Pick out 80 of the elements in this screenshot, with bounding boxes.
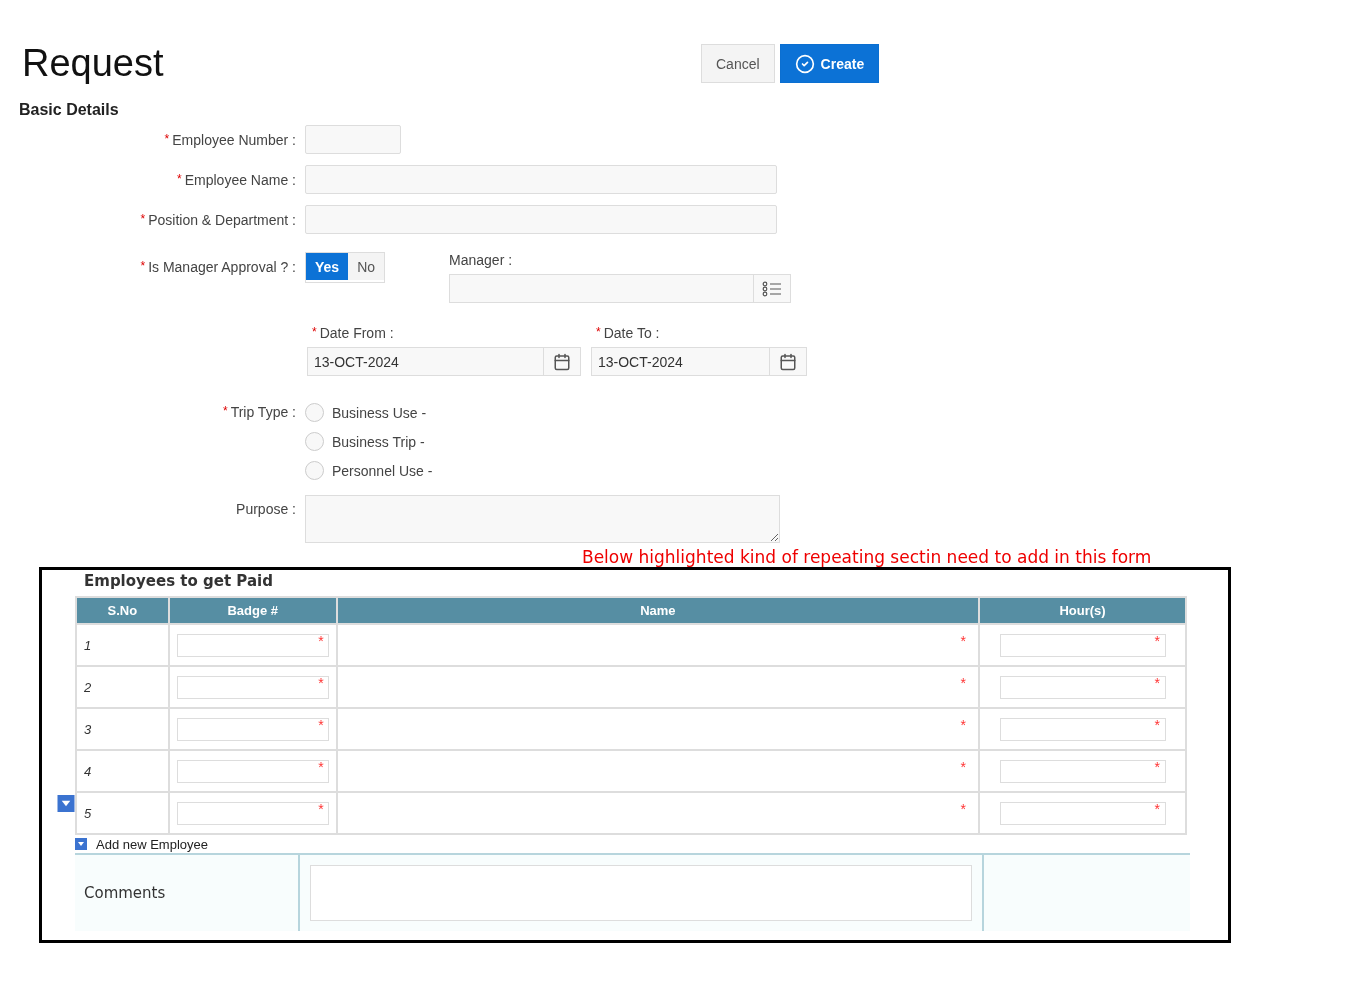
dropdown-icon[interactable]	[75, 838, 87, 850]
required-mark: *	[596, 325, 601, 339]
row-number: 3	[84, 721, 92, 737]
hours-field[interactable]	[1000, 801, 1167, 825]
input-field[interactable]	[305, 165, 777, 194]
dropdown-icon[interactable]	[55, 795, 77, 812]
add-employee-link[interactable]: Add new Employee	[96, 836, 208, 852]
required-mark: *	[960, 717, 967, 733]
hours-field[interactable]	[1000, 717, 1167, 741]
required-mark: *	[318, 717, 324, 733]
badge-field[interactable]	[176, 675, 329, 699]
radio-label: Personnel Use -	[332, 462, 433, 479]
badge-field[interactable]	[176, 633, 329, 657]
hours-field[interactable]	[1000, 675, 1167, 699]
required-mark: *	[222, 404, 228, 418]
required-mark: *	[318, 801, 324, 817]
required-mark: *	[960, 759, 967, 775]
field-label: * Trip Type :	[221, 404, 296, 420]
field-label: * Is Manager Approval ? :	[139, 259, 296, 275]
required-mark: *	[1154, 717, 1160, 733]
badge-field[interactable]	[176, 717, 329, 741]
radio-button[interactable]	[305, 403, 324, 422]
radio-button[interactable]	[305, 461, 324, 480]
required-mark: *	[177, 171, 182, 186]
calendar-icon[interactable]	[770, 347, 807, 376]
required-mark: *	[318, 759, 324, 775]
column-header: S.No	[76, 597, 169, 624]
required-mark: *	[960, 801, 967, 817]
field-label: Purpose :	[235, 501, 296, 517]
required-mark: *	[1154, 675, 1160, 691]
input-field[interactable]	[305, 205, 777, 234]
page-title: Request	[22, 42, 165, 85]
required-mark: *	[164, 131, 170, 146]
required-mark: *	[960, 633, 967, 649]
comments-field[interactable]	[310, 865, 972, 921]
list-icon[interactable]	[754, 274, 792, 303]
create-button[interactable]: Create	[779, 44, 880, 83]
input-field[interactable]	[305, 125, 401, 154]
required-mark: *	[1154, 801, 1160, 817]
hours-field[interactable]	[1000, 759, 1167, 783]
radio-label: Business Use -	[332, 404, 427, 421]
date-field[interactable]: 13-OCT-2024	[307, 347, 544, 376]
badge-field[interactable]	[176, 801, 329, 825]
section-title: Employees to get Paid	[84, 572, 274, 592]
column-header: Name	[336, 597, 980, 624]
date-field[interactable]: 13-OCT-2024	[591, 347, 770, 376]
toggle-option[interactable]: Yes	[306, 253, 349, 280]
hours-field[interactable]	[1000, 633, 1167, 657]
field-label: * Date From :	[312, 325, 395, 341]
required-mark: *	[1154, 759, 1160, 775]
badge-field[interactable]	[176, 759, 329, 783]
section-heading: Basic Details	[19, 101, 120, 119]
manager-field[interactable]	[449, 274, 755, 303]
required-mark: *	[960, 675, 967, 691]
comments-label: Comments	[83, 884, 167, 902]
required-mark: *	[1154, 633, 1160, 649]
calendar-icon[interactable]	[544, 347, 581, 376]
column-header: Hour(s)	[979, 597, 1186, 624]
field-label: * Employee Number :	[163, 131, 296, 148]
column-header: Badge #	[168, 597, 337, 624]
field-label: * Employee Name :	[176, 171, 296, 188]
row-number: 1	[84, 637, 92, 653]
check-circle-icon	[794, 53, 815, 74]
annotation-text: Below highlighted kind of repeating sectin need to add in this form	[582, 547, 1153, 567]
field-label: * Date To :	[596, 325, 661, 341]
field-label: Manager :	[449, 252, 514, 268]
row-number: 4	[84, 763, 92, 779]
required-mark: *	[318, 675, 324, 691]
purpose-field[interactable]	[305, 495, 780, 543]
required-mark: *	[140, 259, 146, 273]
radio-label: Business Trip -	[332, 433, 425, 450]
required-mark: *	[140, 211, 146, 226]
required-mark: *	[312, 325, 317, 339]
field-label: * Position & Department :	[139, 211, 296, 228]
required-mark: *	[318, 633, 324, 649]
radio-button[interactable]	[305, 432, 324, 451]
row-number: 5	[84, 805, 92, 821]
toggle-option[interactable]: No	[348, 253, 385, 280]
cancel-button[interactable]: Cancel	[701, 44, 775, 83]
row-number: 2	[84, 679, 92, 695]
